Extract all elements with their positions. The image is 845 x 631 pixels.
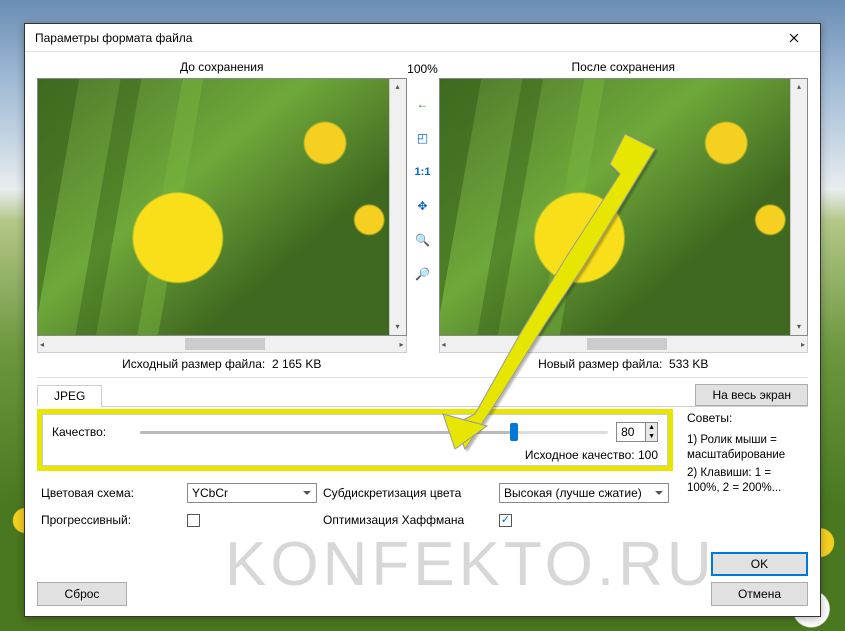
quality-input[interactable]	[617, 423, 645, 441]
after-preview-image[interactable]	[439, 78, 809, 336]
color-scheme-label: Цветовая схема:	[41, 486, 181, 500]
after-size: Новый размер файла: 533 KB	[538, 353, 708, 375]
fit-icon: ◰	[417, 131, 428, 145]
after-vscroll[interactable]	[790, 79, 807, 335]
tips-panel: Советы: 1) Ролик мыши = масштабирование …	[683, 407, 808, 546]
tips-title: Советы:	[687, 411, 806, 425]
fit-screen-button[interactable]: ✥	[413, 196, 433, 216]
before-label: До сохранения	[180, 58, 263, 78]
one-to-one-icon: 1:1	[415, 166, 431, 178]
close-icon	[789, 33, 799, 43]
quality-spinner[interactable]: ▲▼	[616, 422, 658, 442]
actual-size-button[interactable]: 1:1	[413, 162, 433, 182]
zoom-out-icon: 🔎	[415, 267, 430, 281]
cancel-button[interactable]: Отмена	[711, 582, 808, 606]
ok-button[interactable]: OK	[711, 552, 808, 576]
zoom-in-button[interactable]: 🔍	[413, 230, 433, 250]
quality-label: Качество:	[52, 425, 132, 439]
fit-window-button[interactable]: ◰	[413, 128, 433, 148]
after-hscroll[interactable]	[439, 336, 809, 353]
before-vscroll[interactable]	[389, 79, 406, 335]
spin-up-icon[interactable]: ▲	[646, 423, 657, 432]
reset-button[interactable]: Сброс	[37, 582, 127, 606]
arrow-left-icon: ←	[417, 97, 429, 111]
preview-toolbar: 100% ← ◰ 1:1 ✥ 🔍 🔎	[409, 58, 437, 375]
slider-thumb-icon	[510, 423, 518, 441]
quality-section: Качество: ▲▼ Исходное качество: 100	[37, 409, 673, 471]
expand-icon: ✥	[417, 199, 427, 213]
titlebar: Параметры формата файла	[25, 24, 820, 52]
zoom-in-icon: 🔍	[415, 233, 430, 247]
tip-1: 1) Ролик мыши = масштабирование	[687, 433, 806, 463]
window-title: Параметры формата файла	[35, 31, 774, 45]
tab-jpeg[interactable]: JPEG	[37, 385, 102, 407]
progressive-label: Прогрессивный:	[41, 513, 181, 527]
color-scheme-dropdown[interactable]: YCbCr	[187, 483, 317, 503]
back-button[interactable]: ←	[413, 94, 433, 114]
huffman-label: Оптимизация Хаффмана	[323, 513, 493, 527]
tip-2: 2) Клавиши: 1 = 100%, 2 = 200%...	[687, 466, 806, 496]
fullscreen-button[interactable]: На весь экран	[695, 384, 808, 406]
before-size: Исходный размер файла: 2 165 KB	[122, 353, 321, 375]
quality-slider[interactable]	[140, 422, 608, 442]
after-label: После сохранения	[572, 58, 675, 78]
close-button[interactable]	[774, 26, 814, 50]
file-format-dialog: Параметры формата файла До сохранения Ис…	[24, 23, 821, 617]
before-preview-image[interactable]	[37, 78, 407, 336]
subsampling-dropdown[interactable]: Высокая (лучше сжатие)	[499, 483, 669, 503]
spin-down-icon[interactable]: ▼	[646, 432, 657, 441]
subsampling-label: Субдискретизация цвета	[323, 486, 493, 500]
before-hscroll[interactable]	[37, 336, 407, 353]
zoom-out-button[interactable]: 🔎	[413, 264, 433, 284]
zoom-label: 100%	[407, 60, 438, 80]
original-quality: Исходное качество: 100	[52, 442, 658, 462]
huffman-checkbox[interactable]	[499, 514, 512, 527]
progressive-checkbox[interactable]	[187, 514, 200, 527]
